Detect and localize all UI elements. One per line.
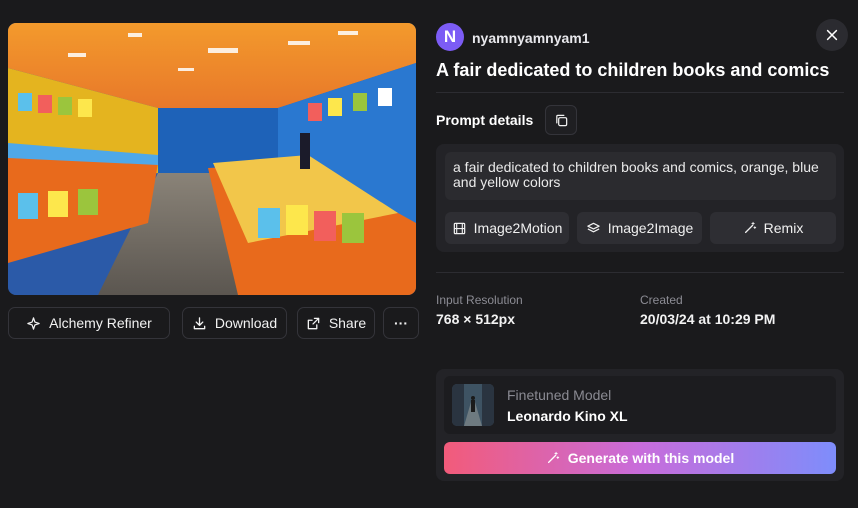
finetuned-model-label: Finetuned Model — [507, 387, 612, 403]
generate-with-model-button[interactable]: Generate with this model — [444, 442, 836, 474]
copy-icon — [555, 114, 567, 126]
created-value: 20/03/24 at 10:29 PM — [640, 311, 776, 327]
alchemy-refiner-label: Alchemy Refiner — [49, 315, 152, 331]
more-options-button[interactable]: ··· — [383, 307, 419, 339]
film-icon — [453, 222, 465, 234]
download-icon — [193, 316, 206, 329]
divider — [436, 92, 844, 93]
prompt-text: a fair dedicated to children books and c… — [445, 152, 836, 200]
model-thumbnail-image — [452, 384, 494, 426]
model-thumbnail — [452, 384, 494, 426]
share-label: Share — [328, 315, 367, 331]
model-card[interactable] — [444, 376, 836, 434]
page-title: A fair dedicated to children books and c… — [436, 60, 830, 80]
created-label: Created — [640, 293, 683, 307]
image2image-label: Image2Image — [607, 220, 694, 236]
generated-image[interactable] — [8, 23, 416, 295]
magic-wand-icon — [547, 451, 559, 464]
magic-wand-icon — [744, 221, 756, 234]
username[interactable]: nyamnyamnyam1 — [472, 30, 590, 46]
close-icon — [826, 29, 838, 41]
image2motion-label: Image2Motion — [473, 220, 563, 236]
layers-icon — [586, 222, 600, 232]
alchemy-refiner-button[interactable]: Alchemy Refiner — [8, 307, 170, 339]
image2image-button[interactable]: Image2Image — [577, 212, 702, 244]
share-icon — [307, 317, 320, 329]
bookstore-image — [8, 23, 416, 295]
copy-prompt-button[interactable] — [545, 105, 577, 135]
input-resolution-value: 768 × 512px — [436, 311, 516, 327]
divider — [436, 272, 844, 273]
image2motion-button[interactable]: Image2Motion — [445, 212, 569, 244]
avatar[interactable]: N — [436, 23, 464, 51]
prompt-details-heading: Prompt details — [436, 112, 534, 128]
share-button[interactable]: Share — [297, 307, 375, 339]
generate-label: Generate with this model — [567, 450, 735, 466]
more-icon: ··· — [394, 315, 408, 331]
remix-button[interactable]: Remix — [710, 212, 836, 244]
model-name: Leonardo Kino XL — [507, 408, 628, 424]
download-label: Download — [214, 315, 278, 331]
remix-label: Remix — [763, 220, 804, 236]
input-resolution-label: Input Resolution — [436, 293, 523, 307]
avatar-initial: N — [443, 27, 457, 46]
close-button[interactable] — [816, 19, 848, 51]
download-button[interactable]: Download — [182, 307, 287, 339]
alchemy-icon — [27, 316, 40, 330]
